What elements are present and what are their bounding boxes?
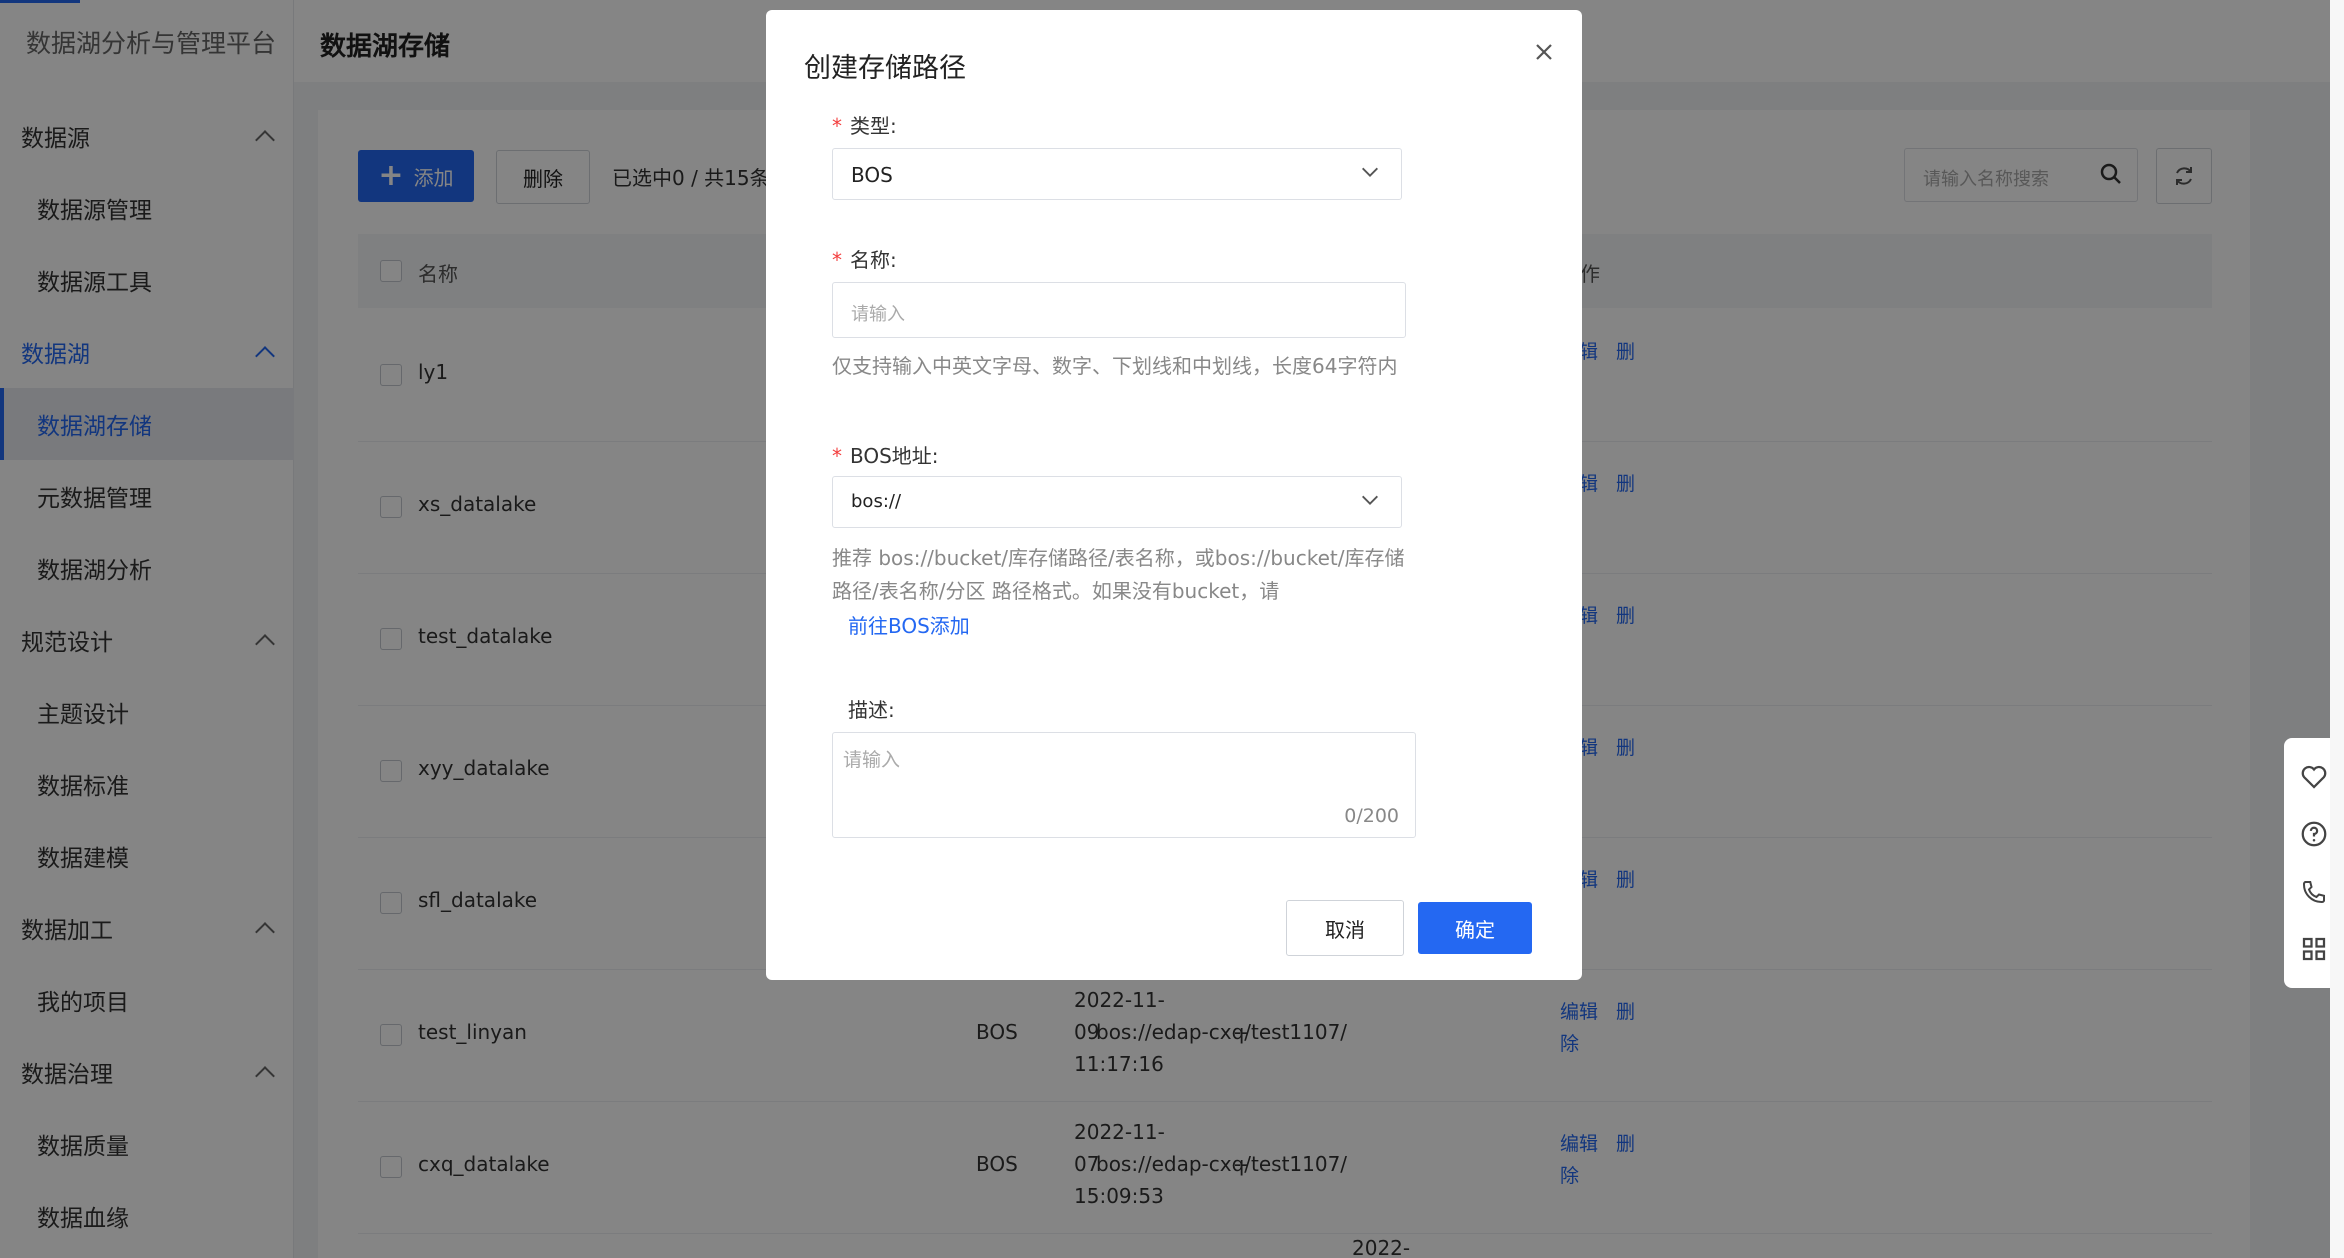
name-hint: 仅支持输入中英文字母、数字、下划线和中划线，长度64字符内 <box>832 354 1398 378</box>
chevron-down-icon <box>1362 167 1378 177</box>
help-icon[interactable] <box>2299 819 2329 849</box>
go-bos-link[interactable]: 前往BOS添加 <box>848 610 970 639</box>
type-label-text: 类型: <box>850 114 897 138</box>
bos-hint-line2: 路径/表名称/分区 路径格式。如果没有bucket，请 <box>832 579 1280 603</box>
type-label: * 类型: <box>832 110 897 139</box>
bos-label: * BOS地址: <box>832 440 939 469</box>
required-mark: * <box>832 114 842 138</box>
cancel-button[interactable]: 取消 <box>1286 900 1404 956</box>
name-label-text: 名称: <box>850 248 897 272</box>
confirm-button[interactable]: 确定 <box>1418 902 1532 954</box>
dialog-title: 创建存储路径 <box>804 53 966 84</box>
bos-hint-line1: 推荐 bos://bucket/库存储路径/表名称，或bos://bucket/… <box>832 546 1405 570</box>
bos-address-value: bos:// <box>851 491 902 512</box>
desc-textarea[interactable]: 请输入 0/200 <box>832 732 1416 838</box>
type-select[interactable]: BOS <box>832 148 1402 200</box>
chevron-down-icon <box>1362 495 1378 505</box>
required-mark: * <box>832 444 842 468</box>
name-placeholder: 请输入 <box>851 304 905 325</box>
desc-char-count: 0/200 <box>1344 805 1399 827</box>
bos-hint: 推荐 bos://bucket/库存储路径/表名称，或bos://bucket/… <box>832 542 1412 608</box>
bos-label-text: BOS地址: <box>850 444 939 468</box>
type-select-value: BOS <box>851 163 893 187</box>
phone-icon[interactable] <box>2299 877 2329 907</box>
name-label: * 名称: <box>832 244 897 273</box>
bos-address-select[interactable]: bos:// <box>832 476 1402 528</box>
name-input[interactable]: 请输入 <box>832 282 1406 338</box>
required-mark: * <box>832 248 842 272</box>
scrollbar[interactable] <box>2330 0 2344 1258</box>
desc-label: 描述: <box>848 698 895 722</box>
close-icon[interactable] <box>1532 40 1556 64</box>
heart-icon[interactable] <box>2299 762 2329 792</box>
desc-placeholder: 请输入 <box>843 749 901 771</box>
grid-icon[interactable] <box>2299 934 2329 964</box>
create-storage-dialog: 创建存储路径 * 类型: BOS * 名称: 请输入 仅支持输入中英文字母、数字、下… <box>766 10 1582 980</box>
